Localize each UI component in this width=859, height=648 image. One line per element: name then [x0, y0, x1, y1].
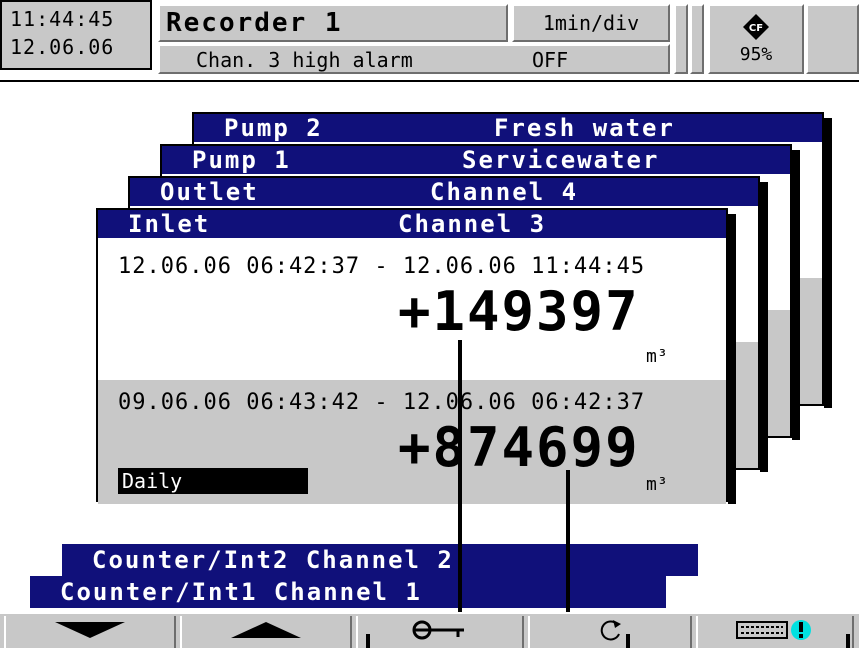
card-title-left: Pump 1	[192, 146, 291, 174]
memory-alert-button[interactable]	[696, 616, 854, 648]
counter-value: +874699	[398, 416, 640, 479]
card-title-left: Inlet	[128, 210, 211, 238]
channel-card-inlet[interactable]: Inlet Channel 3 12.06.06 06:42:37 - 12.0…	[96, 208, 728, 504]
status-line: Chan. 3 high alarm OFF	[158, 44, 670, 74]
clock-time: 11:44:45	[10, 7, 115, 31]
header-divider	[0, 80, 859, 82]
previous-period-section: 09.06.06 06:43:42 - 12.06.06 06:42:37 +8…	[98, 380, 726, 504]
callout-line	[458, 340, 462, 648]
card-shadow	[792, 150, 800, 440]
counter-unit: m³	[646, 346, 668, 367]
arrow-up-icon	[231, 622, 301, 642]
status-value: OFF	[532, 48, 569, 72]
card-title-left: Pump 2	[224, 114, 323, 142]
card-title-right: Channel 4	[430, 178, 579, 206]
period-range: 09.06.06 06:43:42 - 12.06.06 06:42:37	[118, 390, 646, 415]
header-spacer	[690, 4, 704, 74]
card-shadow	[824, 118, 832, 408]
memory-alert-icon	[735, 618, 815, 646]
callout-tick	[626, 634, 630, 648]
key-icon	[412, 620, 468, 644]
header-spacer	[674, 4, 688, 74]
cf-card-icon: CF	[710, 14, 802, 44]
header-spacer	[806, 4, 859, 74]
counter-unit: m³	[646, 474, 668, 495]
card-title-right: Channel 3	[398, 210, 547, 238]
card-shadow	[760, 182, 768, 472]
memory-status: CF 95%	[708, 4, 804, 74]
callout-tick	[846, 634, 850, 648]
key-button[interactable]	[356, 616, 524, 648]
refresh-button[interactable]	[528, 616, 692, 648]
card-title: Outlet Channel 4	[130, 178, 758, 206]
counter-value: +149397	[398, 280, 640, 343]
card-title-right: Servicewater	[462, 146, 660, 174]
svg-text:CF: CF	[749, 23, 763, 34]
clock-date: 12.06.06	[10, 35, 115, 59]
callout-tick	[366, 634, 370, 648]
interval-label: Daily	[118, 468, 308, 494]
card-title: Inlet Channel 3	[98, 210, 726, 238]
card-title-left: Outlet	[160, 178, 259, 206]
period-range: 12.06.06 06:42:37 - 12.06.06 11:44:45	[118, 254, 646, 279]
card-title-right: Fresh water	[494, 114, 675, 142]
recorder-title: Recorder 1	[158, 4, 508, 42]
card-title: Pump 2 Fresh water	[194, 114, 822, 142]
softkey-bar	[0, 612, 859, 648]
card-title: Pump 1 Servicewater	[162, 146, 790, 174]
scroll-down-button[interactable]	[4, 616, 176, 648]
scroll-up-button[interactable]	[180, 616, 352, 648]
current-period-section: 12.06.06 06:42:37 - 12.06.06 11:44:45 +1…	[98, 240, 726, 380]
refresh-icon	[595, 618, 625, 646]
counter-bar-int2[interactable]: Counter/Int2 Channel 2	[62, 544, 698, 576]
counter-bar-int1[interactable]: Counter/Int1 Channel 1	[30, 576, 666, 608]
chart-speed[interactable]: 1min/div	[512, 4, 670, 42]
card-shadow	[728, 214, 736, 504]
clock-display: 11:44:45 12.06.06	[0, 0, 152, 70]
status-message: Chan. 3 high alarm	[196, 48, 413, 72]
arrow-down-icon	[55, 622, 125, 642]
memory-percent: 95%	[739, 44, 773, 65]
